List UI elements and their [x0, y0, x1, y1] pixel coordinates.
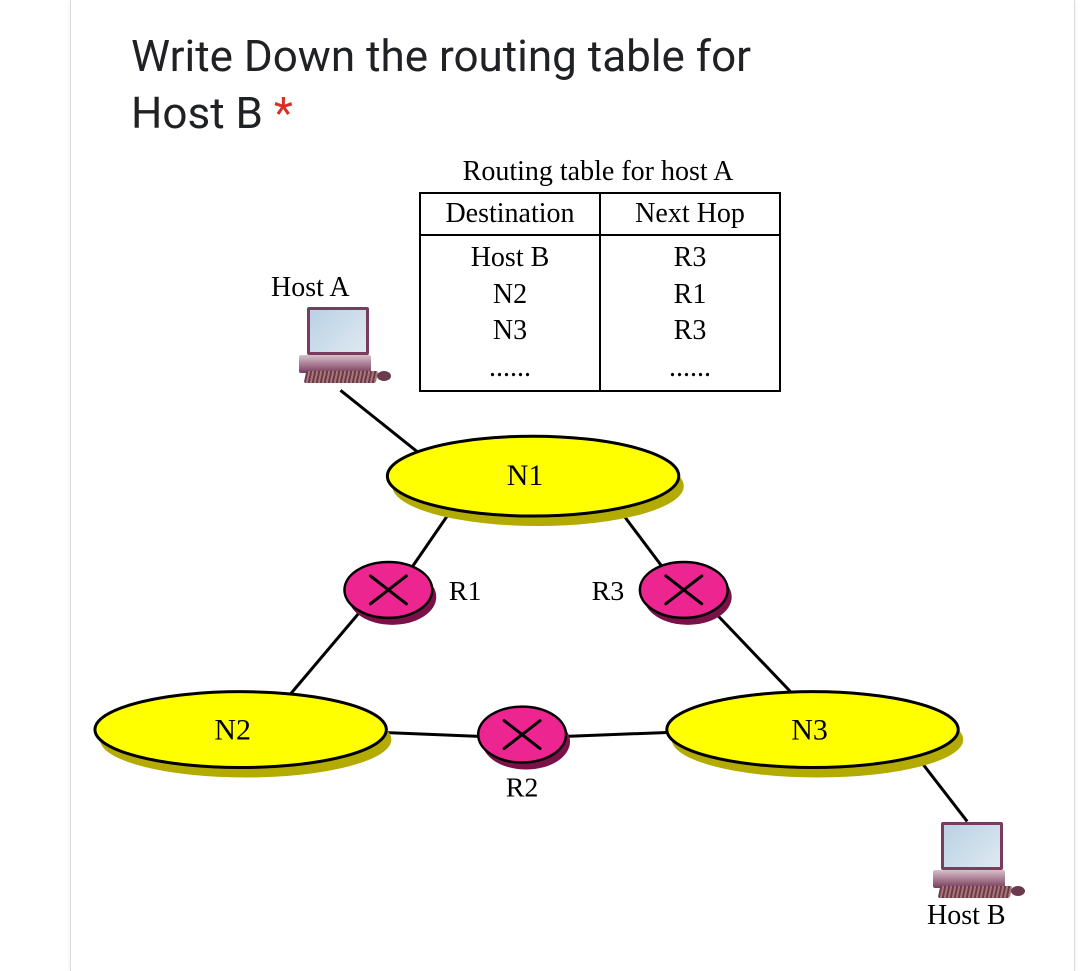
page: Write Down the routing table for Host B … [0, 0, 1080, 971]
topology-svg: N1 N2 N3 R1 R3 [71, 142, 1074, 922]
n2-label: N2 [214, 714, 251, 747]
question-text: Write Down the routing table for Host B … [71, 10, 1074, 142]
r2-label: R2 [506, 773, 539, 804]
n3-label: N3 [791, 714, 828, 747]
r3-label: R3 [592, 576, 625, 607]
question-line2: Host B [131, 87, 274, 139]
r1-label: R1 [449, 576, 482, 607]
question-card: Write Down the routing table for Host B … [70, 0, 1075, 971]
network-diagram: Routing table for host A Destination Nex… [71, 142, 1074, 922]
n1-label: N1 [507, 459, 544, 492]
required-asterisk: * [274, 87, 293, 139]
question-line1: Write Down the routing table for [131, 30, 751, 82]
